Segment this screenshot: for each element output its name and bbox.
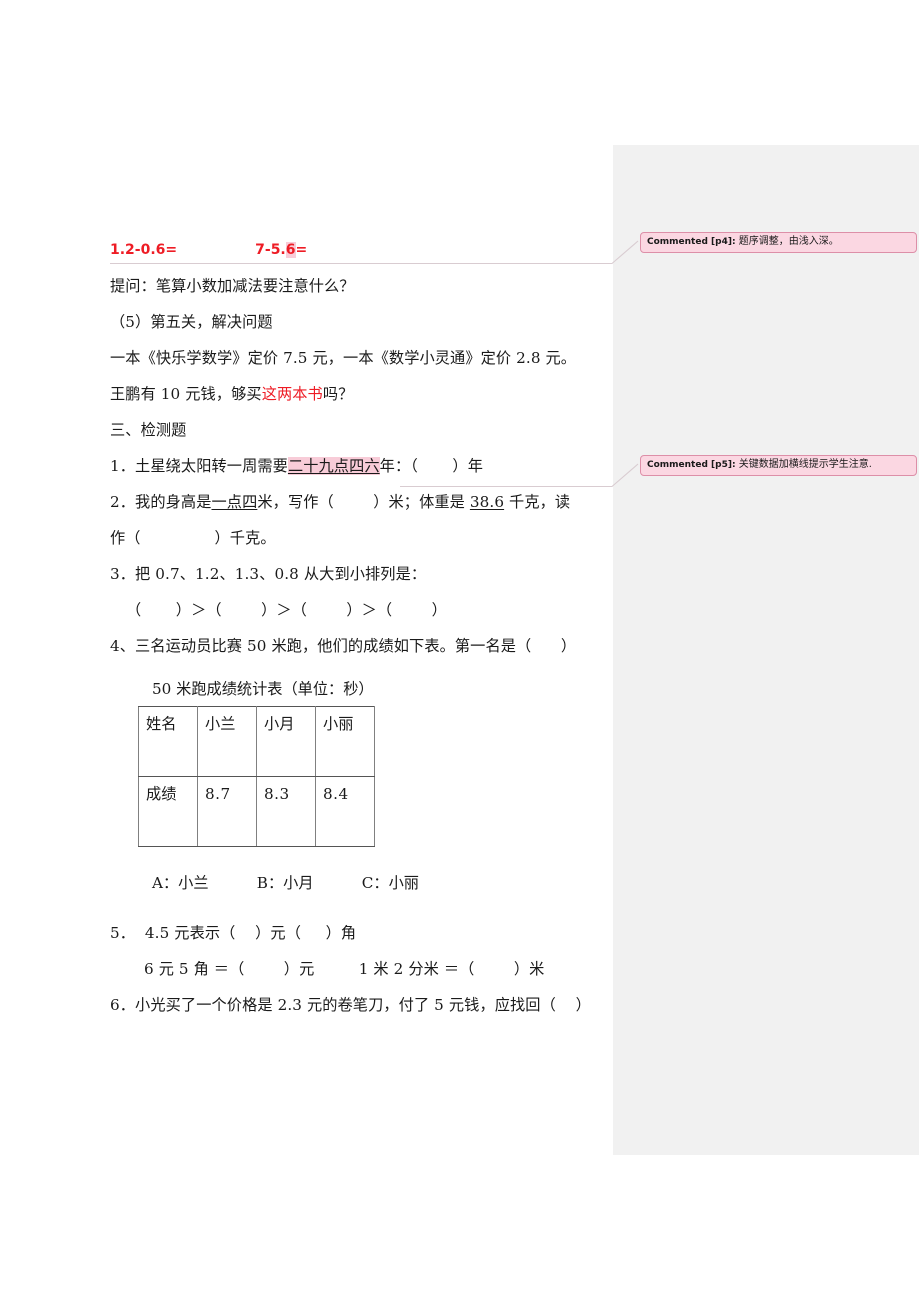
- line-question-3b: （ ）＞（ ）＞（ ）＞（ ）: [126, 601, 447, 619]
- stats-table-block: 50 米跑成绩统计表（单位：秒） 姓名 小兰 小月 小丽 成绩 8.7 8.3 …: [110, 674, 618, 847]
- line-wangpeng-money: 王鹏有 10 元钱，够买这两本书吗？: [110, 376, 618, 412]
- race-results-table: 姓名 小兰 小月 小丽 成绩 8.7 8.3 8.4: [138, 706, 375, 847]
- table-cell-name-1: 小兰: [197, 706, 257, 777]
- wangpeng-pre: 王鹏有 10 元钱，够买: [110, 385, 262, 403]
- comment-margin-band: [613, 145, 920, 1155]
- q1-post: 年：（ ）年: [379, 457, 484, 475]
- comment-p4-text: 题序调整，由浅入深。: [735, 236, 839, 247]
- comment-p5-tag: Commented [p5]:: [647, 460, 736, 470]
- expr-2-highlight: 6: [285, 242, 296, 258]
- q2-underline-weight: 38.6: [469, 493, 505, 511]
- exercise-line-arithmetic: 1.2-0.6= 7-5.6=: [110, 232, 618, 268]
- expr-gap: [177, 242, 255, 258]
- line-question-4: 4、三名运动员比赛 50 米跑，他们的成绩如下表。第一名是（ ）: [110, 637, 577, 655]
- line-question-1: 1．土星绕太阳转一周需要二十九点四六年：（ ）年: [110, 448, 618, 484]
- q2-post: 千克，读: [504, 493, 571, 511]
- table-cell-score-2: 8.3: [256, 776, 316, 847]
- table-caption: 50 米跑成绩统计表（单位：秒）: [152, 680, 374, 698]
- expr-2-post: =: [295, 242, 308, 258]
- document-body: 1.2-0.6= 7-5.6= 提问：笔算小数加减法要注意什么？ （5）第五关，…: [110, 232, 618, 1023]
- table-cell-score-3: 8.4: [315, 776, 375, 847]
- line-question-3a: 3．把 0.7、1.2、1.3、0.8 从大到小排列是：: [110, 565, 427, 583]
- table-cell-name-3: 小丽: [315, 706, 375, 777]
- line-stage-five: （5）第五关，解决问题: [110, 313, 273, 331]
- comment-balloon-p5[interactable]: Commented [p5]: 关键数据加横线提示学生注意.: [640, 455, 917, 476]
- line-question-6: 6．小光买了一个价格是 2.3 元的卷笔刀，付了 5 元钱，应找回（ ）: [110, 996, 591, 1014]
- wangpeng-red-phrase: 这两本书: [261, 385, 323, 403]
- comment-p5-text: 关键数据加横线提示学生注意.: [735, 459, 872, 470]
- table-cell-name-2: 小月: [256, 706, 316, 777]
- q2-pre: 2．我的身高是: [110, 493, 212, 511]
- comment-p4-tag: Commented [p4]:: [647, 237, 736, 247]
- q2-mid: 米，写作（ ）米；体重是: [257, 493, 470, 511]
- table-cell-score-1: 8.7: [197, 776, 257, 847]
- section-heading-tests: 三、检测题: [110, 421, 187, 439]
- table-row: 成绩 8.7 8.3 8.4: [138, 776, 375, 847]
- q2-underline-height: 一点四: [211, 493, 258, 511]
- line-question-prompt: 提问：笔算小数加减法要注意什么？: [110, 277, 355, 295]
- expr-1: 1.2-0.6=: [110, 242, 178, 258]
- line-question-5a: 5． 4.5 元表示（ ）元（ ）角: [110, 924, 357, 942]
- expr-2-pre: 7-5.: [255, 242, 286, 258]
- table-row: 姓名 小兰 小月 小丽: [138, 706, 375, 777]
- q1-highlight-number: 二十九点四六: [287, 457, 380, 475]
- line-question-2b: 作（ ）千克。: [110, 529, 276, 547]
- line-book-prices: 一本《快乐学数学》定价 7.5 元，一本《数学小灵通》定价 2.8 元。: [110, 349, 577, 367]
- table-header-name: 姓名: [138, 706, 198, 777]
- line-question-5b: 6 元 5 角 ＝（ ）元 1 米 2 分米 ＝（ ）米: [144, 960, 545, 978]
- line-question-2a: 2．我的身高是一点四米，写作（ ）米；体重是 38.6 千克，读: [110, 484, 618, 520]
- comment-balloon-p4[interactable]: Commented [p4]: 题序调整，由浅入深。: [640, 232, 917, 253]
- table-header-score: 成绩: [138, 776, 198, 847]
- wangpeng-post: 吗？: [322, 385, 354, 403]
- q1-pre: 1．土星绕太阳转一周需要: [110, 457, 288, 475]
- line-answer-options: A：小兰 B：小月 C：小丽: [152, 874, 419, 892]
